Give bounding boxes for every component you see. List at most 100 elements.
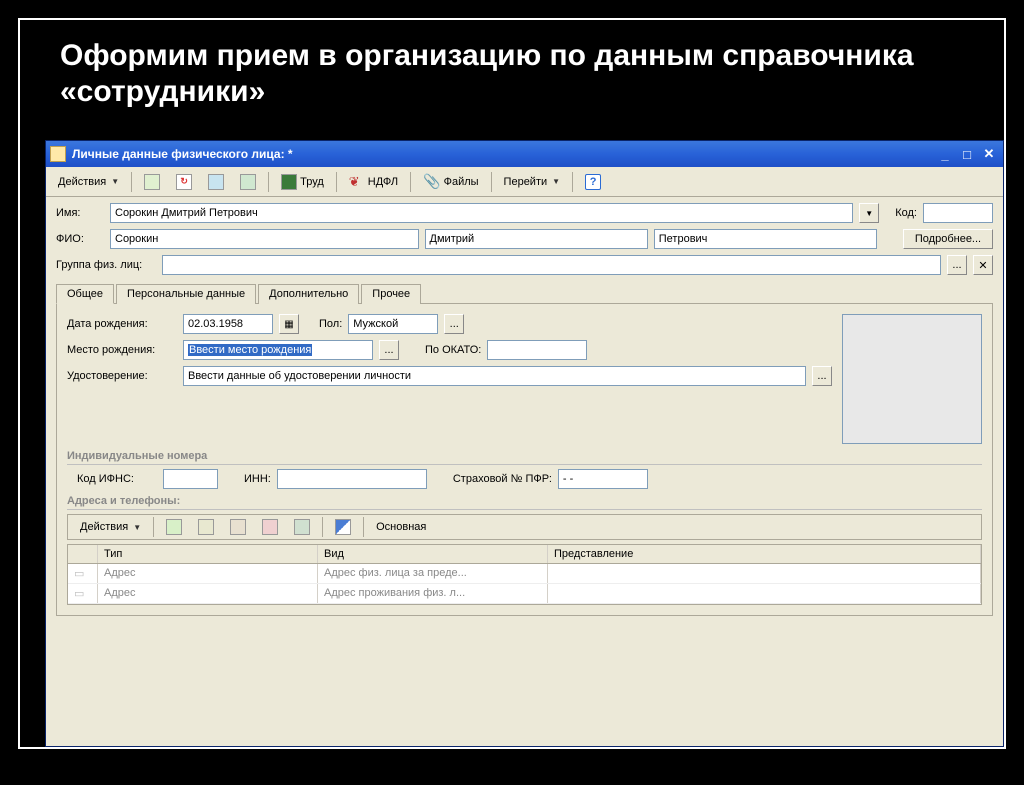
th-type[interactable]: Тип (98, 545, 318, 563)
separator (322, 517, 323, 537)
address-table: Тип Вид Представление ▭ Адрес Адрес физ.… (67, 544, 982, 605)
gender-select-button[interactable]: ... (444, 314, 464, 334)
separator (491, 172, 492, 192)
surname-field[interactable]: Сорокин (110, 229, 419, 249)
trud-label: Труд (300, 176, 324, 188)
toolbar-icon-2[interactable]: ↻ (170, 171, 198, 193)
name-field[interactable]: Сорокин Дмитрий Петрович (110, 203, 853, 223)
pfr-label: Страховой № ПФР: (453, 473, 552, 485)
patronymic-field[interactable]: Петрович (654, 229, 877, 249)
window-title: Личные данные физического лица: * (72, 147, 293, 161)
trud-icon (281, 174, 297, 190)
group-clear-button[interactable]: ✕ (973, 255, 993, 275)
actions-menu[interactable]: Действия ▼ (52, 171, 125, 193)
name-label: Имя: (56, 207, 104, 219)
name-dropdown-button[interactable]: ▼ (859, 203, 879, 223)
code-label: Код: (895, 207, 917, 219)
birthplace-value: Ввести место рождения (188, 344, 312, 356)
address-edit-button[interactable] (192, 516, 220, 538)
address-add-button[interactable] (160, 516, 188, 538)
ifns-field[interactable] (163, 469, 218, 489)
ndfl-label: НДФЛ (368, 176, 398, 188)
okato-label: По ОКАТО: (425, 344, 481, 356)
pfr-field[interactable]: - - (558, 469, 648, 489)
toolbar-icon-3[interactable] (202, 171, 230, 193)
row-icon: ▭ (74, 568, 84, 580)
address-ok-button[interactable] (288, 516, 316, 538)
emblem-icon: ❦ (349, 174, 365, 190)
separator (410, 172, 411, 192)
th-icon[interactable] (68, 545, 98, 563)
cell-type: Адрес (98, 564, 318, 583)
photo-placeholder[interactable] (842, 314, 982, 444)
chevron-down-icon: ▼ (552, 177, 560, 186)
table-row[interactable]: ▭ Адрес Адрес проживания физ. л... (68, 584, 981, 604)
cell-kind: Адрес физ. лица за преде... (318, 564, 548, 583)
cell-repr (548, 584, 981, 603)
dob-label: Дата рождения: (67, 318, 177, 330)
birthplace-field[interactable]: Ввести место рождения (183, 340, 373, 360)
titlebar: Личные данные физического лица: * _ □ ✕ (46, 141, 1003, 167)
toolbar-icon-4[interactable] (234, 171, 262, 193)
address-toggle-button[interactable] (329, 516, 357, 538)
cell-type: Адрес (98, 584, 318, 603)
id-select-button[interactable]: ... (812, 366, 832, 386)
th-repr[interactable]: Представление (548, 545, 981, 563)
firstname-field[interactable]: Дмитрий (425, 229, 648, 249)
chevron-down-icon: ▼ (133, 523, 141, 532)
group-individual-numbers: Индивидуальные номера (67, 450, 982, 465)
address-delete-button[interactable] (256, 516, 284, 538)
tab-personal[interactable]: Персональные данные (116, 284, 256, 304)
id-label: Удостоверение: (67, 370, 177, 382)
tab-general[interactable]: Общее (56, 284, 114, 304)
files-button[interactable]: 📎 Файлы (417, 171, 484, 193)
app-window: Личные данные физического лица: * _ □ ✕ … (45, 140, 1004, 747)
document-icon (50, 146, 66, 162)
okato-field[interactable] (487, 340, 587, 360)
address-toolbar: Действия ▼ Основная (67, 514, 982, 540)
id-field[interactable]: Ввести данные об удостоверении личности (183, 366, 806, 386)
cell-repr (548, 564, 981, 583)
group-field[interactable] (162, 255, 941, 275)
tab-other[interactable]: Прочее (361, 284, 421, 304)
gender-label: Пол: (319, 318, 342, 330)
help-button[interactable]: ? (579, 171, 607, 193)
address-actions-menu[interactable]: Действия ▼ (74, 516, 147, 538)
birthplace-label: Место рождения: (67, 344, 177, 356)
table-header: Тип Вид Представление (68, 545, 981, 564)
ndfl-button[interactable]: ❦ НДФЛ (343, 171, 404, 193)
trud-button[interactable]: Труд (275, 171, 330, 193)
toolbar-icon-1[interactable] (138, 171, 166, 193)
slide-title: Оформим прием в организацию по данным сп… (20, 20, 1004, 122)
th-kind[interactable]: Вид (318, 545, 548, 563)
tab-panel-general: Дата рождения: 02.03.1958 ▦ Пол: Мужской… (56, 304, 993, 616)
fio-label: ФИО: (56, 233, 104, 245)
gender-field[interactable]: Мужской (348, 314, 438, 334)
group-label: Группа физ. лиц: (56, 259, 156, 271)
calendar-button[interactable]: ▦ (279, 314, 299, 334)
help-icon: ? (585, 174, 601, 190)
actions-label: Действия (58, 176, 106, 188)
goto-menu[interactable]: Перейти ▼ (498, 171, 567, 193)
inn-label: ИНН: (244, 473, 271, 485)
inn-field[interactable] (277, 469, 427, 489)
table-row[interactable]: ▭ Адрес Адрес физ. лица за преде... (68, 564, 981, 584)
address-copy-button[interactable] (224, 516, 252, 538)
address-main-label: Основная (376, 521, 426, 533)
separator (268, 172, 269, 192)
dob-field[interactable]: 02.03.1958 (183, 314, 273, 334)
minimize-button[interactable]: _ (935, 145, 955, 163)
more-button[interactable]: Подробнее... (903, 229, 993, 249)
close-button[interactable]: ✕ (979, 145, 999, 163)
row-icon: ▭ (74, 588, 84, 600)
tab-additional[interactable]: Дополнительно (258, 284, 359, 304)
group-select-button[interactable]: ... (947, 255, 967, 275)
address-actions-label: Действия (80, 521, 128, 533)
goto-label: Перейти (504, 176, 548, 188)
maximize-button[interactable]: □ (957, 145, 977, 163)
code-field[interactable] (923, 203, 993, 223)
separator (131, 172, 132, 192)
birthplace-select-button[interactable]: ... (379, 340, 399, 360)
files-label: Файлы (444, 176, 479, 188)
separator (153, 517, 154, 537)
